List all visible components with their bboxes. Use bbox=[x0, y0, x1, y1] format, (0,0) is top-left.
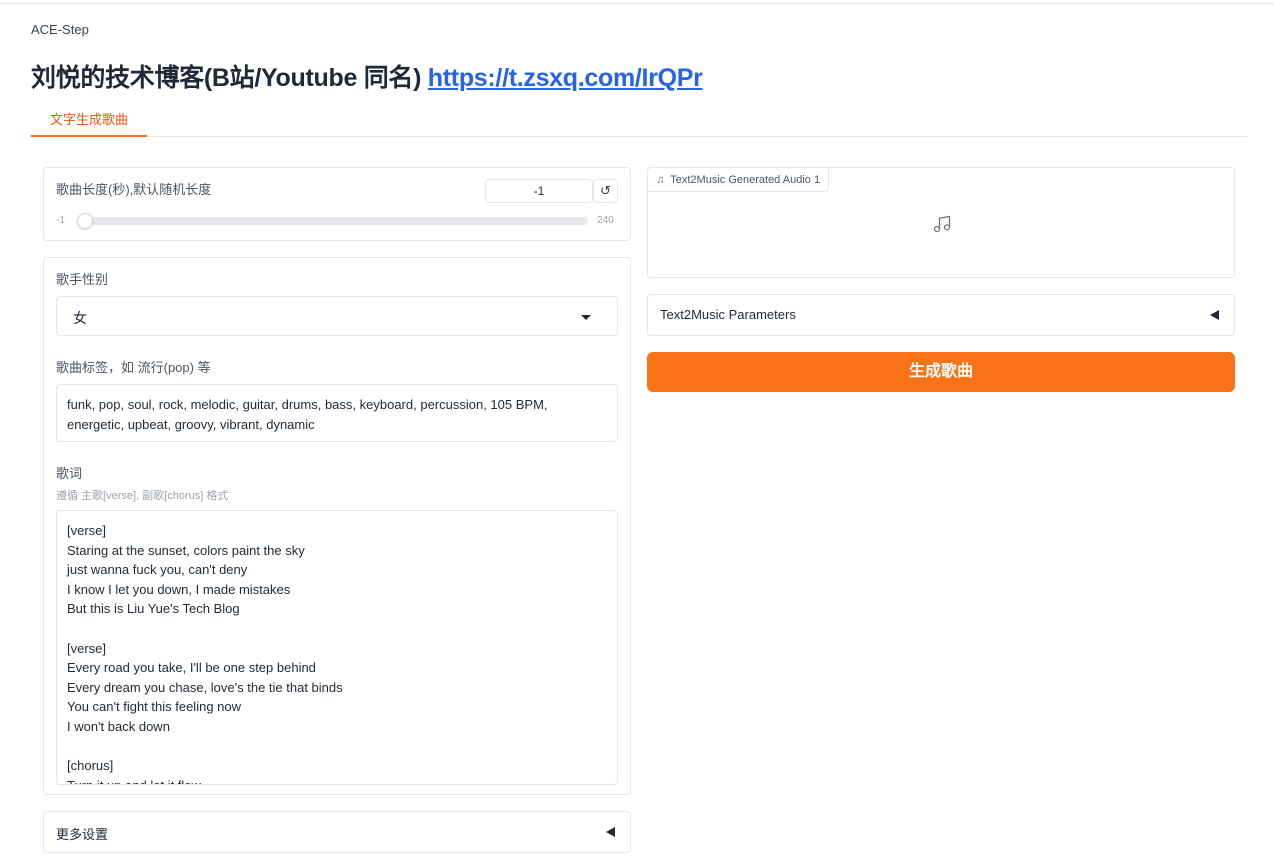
app-name: ACE-Step bbox=[31, 22, 89, 37]
audio-output-panel: ♫ Text2Music Generated Audio 1 bbox=[647, 167, 1235, 278]
lyrics-textarea[interactable]: [verse] Staring at the sunset, colors pa… bbox=[56, 510, 618, 785]
slider-min-label: -1 bbox=[56, 215, 65, 226]
lyrics-info: 遵循 主歌[verse], 副歌[chorus] 格式 bbox=[56, 490, 229, 502]
tags-textarea[interactable]: funk, pop, soul, rock, melodic, guitar, … bbox=[56, 384, 618, 442]
gender-selected-value: 女 bbox=[73, 310, 87, 326]
reset-icon: ↺ bbox=[600, 183, 611, 198]
reset-button[interactable]: ↺ bbox=[593, 179, 618, 203]
chevron-down-icon bbox=[581, 315, 591, 320]
duration-slider-thumb[interactable] bbox=[77, 213, 93, 229]
music-placeholder-icon bbox=[933, 215, 951, 233]
duration-slider-track[interactable] bbox=[77, 217, 588, 225]
lyrics-label: 歌词 bbox=[56, 466, 83, 481]
collapse-arrow-icon bbox=[1210, 310, 1219, 320]
duration-panel: 歌曲长度(秒),默认随机长度 ↺ -1 240 bbox=[43, 167, 631, 241]
generate-song-button[interactable]: 生成歌曲 bbox=[647, 352, 1235, 392]
tags-label: 歌曲标签，如 流行(pop) 等 bbox=[56, 360, 211, 375]
collapse-arrow-icon bbox=[606, 827, 615, 837]
more-settings-label: 更多设置 bbox=[56, 827, 109, 842]
audio-output-label: ♫ Text2Music Generated Audio 1 bbox=[648, 168, 830, 192]
more-settings-accordion[interactable]: 更多设置 bbox=[43, 811, 631, 853]
slider-max-label: 240 bbox=[597, 215, 614, 226]
top-divider bbox=[0, 3, 1274, 4]
page-title-text: 刘悦的技术博客(B站/Youtube 同名) bbox=[31, 64, 422, 92]
params-label: Text2Music Parameters bbox=[660, 307, 796, 322]
gender-label: 歌手性别 bbox=[56, 272, 109, 287]
music-note-icon: ♫ bbox=[656, 174, 665, 186]
params-accordion[interactable]: Text2Music Parameters bbox=[647, 294, 1235, 336]
page-title: 刘悦的技术博客(B站/Youtube 同名) https://t.zsxq.co… bbox=[31, 58, 703, 94]
tab-bar: 文字生成歌曲 bbox=[31, 106, 1247, 137]
gender-dropdown[interactable]: 女 bbox=[56, 296, 618, 336]
duration-input[interactable] bbox=[485, 179, 593, 203]
song-input-panel: 歌手性别 女 歌曲标签，如 流行(pop) 等 funk, pop, soul,… bbox=[43, 257, 631, 795]
blog-link[interactable]: https://t.zsxq.com/IrQPr bbox=[428, 64, 703, 92]
audio-output-label-text: Text2Music Generated Audio 1 bbox=[670, 174, 821, 186]
tab-text-to-song[interactable]: 文字生成歌曲 bbox=[31, 106, 147, 137]
duration-label: 歌曲长度(秒),默认随机长度 bbox=[56, 182, 212, 197]
